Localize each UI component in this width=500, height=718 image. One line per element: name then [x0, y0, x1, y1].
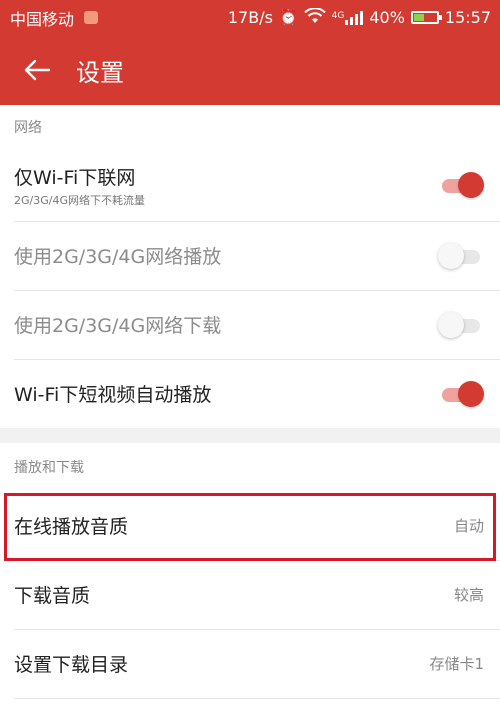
network-speed: 17B/s	[227, 8, 273, 27]
row-title: 仅Wi-Fi下联网	[14, 166, 136, 189]
mobile-download-toggle[interactable]	[438, 311, 484, 338]
row-online-quality[interactable]: 在线播放音质 自动	[0, 491, 500, 560]
section-header-playback: 播放和下载	[14, 460, 84, 476]
row-mobile-download[interactable]: 使用2G/3G/4G网络下载	[0, 290, 500, 359]
wifi-icon	[303, 6, 326, 28]
app-bar: 设置	[0, 35, 500, 105]
mobile-play-toggle[interactable]	[438, 242, 484, 269]
row-title: 设置下载目录	[14, 654, 129, 676]
notification-icon	[84, 11, 99, 24]
status-right: 17B/s ⏰ 4G 40% 15:57	[227, 6, 491, 28]
video-autoplay-toggle[interactable]	[438, 380, 484, 407]
row-download-quality[interactable]: 下载音质 较高	[0, 560, 500, 629]
clock: 15:57	[444, 8, 491, 27]
row-title: 使用2G/3G/4G网络播放	[14, 246, 222, 268]
row-download-dir[interactable]: 设置下载目录 存储卡1	[0, 629, 500, 698]
battery-percent: 40%	[369, 8, 405, 27]
row-value: 较高	[453, 586, 484, 604]
row-video-autoplay[interactable]: Wi-Fi下短视频自动播放	[0, 359, 500, 428]
row-wifi-only[interactable]: 仅Wi-Fi下联网 2G/3G/4G网络下不耗流量	[0, 149, 500, 221]
alarm-icon: ⏰	[278, 8, 298, 26]
back-arrow-icon[interactable]	[22, 55, 52, 85]
status-bar: 中国移动 17B/s ⏰ 4G 40% 15:57	[0, 0, 500, 35]
network-type: 4G	[331, 10, 345, 21]
battery-icon	[410, 11, 442, 24]
row-title: 下载音质	[14, 585, 91, 607]
row-subtitle: 2G/3G/4G网络下不耗流量	[14, 193, 145, 207]
row-mobile-play[interactable]: 使用2G/3G/4G网络播放	[0, 221, 500, 290]
signal-icon: 4G	[331, 10, 364, 25]
row-title: Wi-Fi下短视频自动播放	[14, 384, 212, 406]
carrier-name: 中国移动	[10, 9, 75, 29]
row-title: 在线播放音质	[14, 516, 129, 538]
wifi-only-toggle[interactable]	[438, 172, 484, 198]
status-left: 中国移动	[10, 6, 99, 30]
section-divider	[0, 428, 500, 443]
section-header-network: 网络	[14, 120, 42, 136]
row-value: 自动	[453, 517, 484, 535]
page-title: 设置	[76, 58, 124, 87]
row-value: 存储卡1	[429, 655, 484, 673]
row-title: 使用2G/3G/4G网络下载	[14, 315, 222, 337]
row-partial	[0, 698, 500, 718]
